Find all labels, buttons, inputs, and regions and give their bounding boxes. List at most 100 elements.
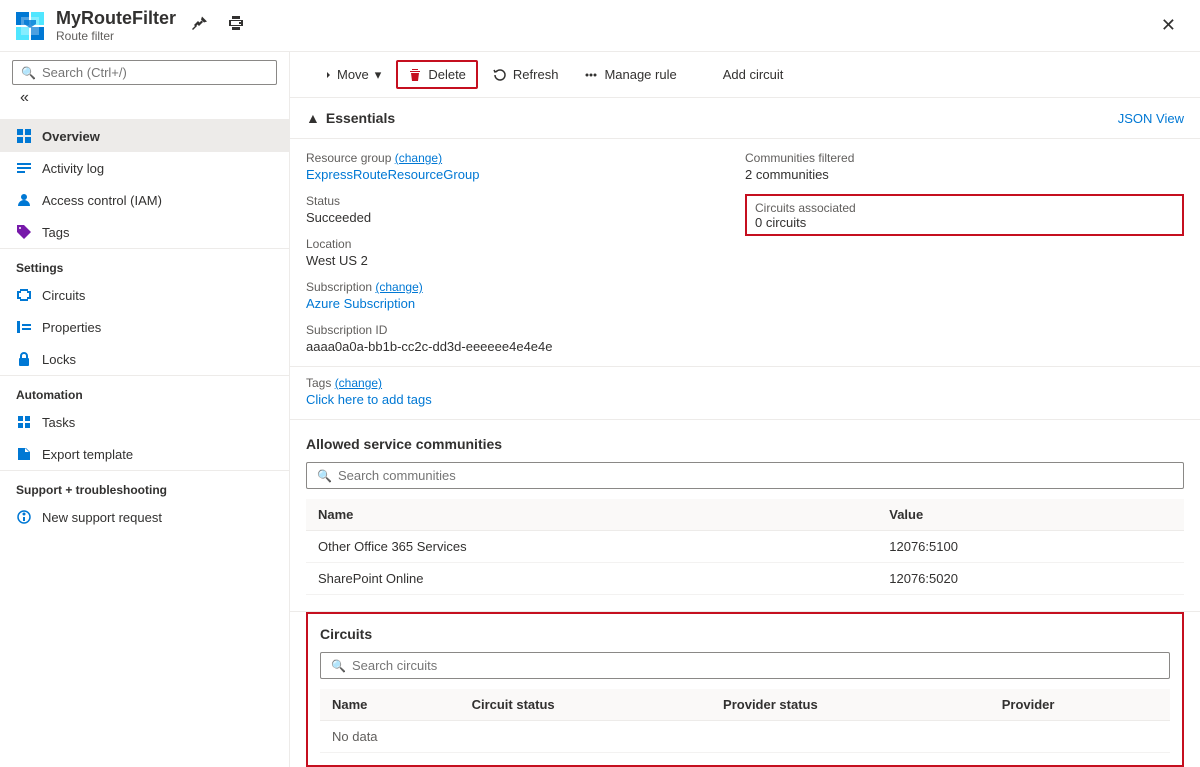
communities-col-value: Value [877, 499, 1184, 531]
move-chevron-icon: ▾ [375, 67, 382, 83]
location-label: Location [306, 237, 745, 251]
community-value-1: 12076:5100 [877, 531, 1184, 563]
resource-group-value[interactable]: ExpressRouteResourceGroup [306, 167, 745, 182]
tasks-icon [16, 414, 32, 430]
tags-icon [16, 224, 32, 240]
location-item: Location West US 2 [306, 237, 745, 268]
tags-change-link[interactable]: (change) [335, 376, 382, 390]
support-icon [16, 509, 32, 525]
circuits-associated-box: Circuits associated 0 circuits [745, 194, 1184, 236]
community-name-1: Other Office 365 Services [306, 531, 877, 563]
manage-rule-button[interactable]: Manage rule [573, 61, 687, 88]
sidebar-item-label: Locks [42, 352, 76, 367]
sidebar-collapse-button[interactable]: « [16, 85, 33, 111]
communities-search-bar[interactable]: 🔍 [306, 462, 1184, 489]
status-label: Status [306, 194, 745, 208]
settings-section-header: Settings [0, 248, 289, 279]
circuits-table: Name Circuit status Provider status Prov… [320, 689, 1170, 753]
toolbar: Move ▾ Delete Refresh Manage rule Add ci… [290, 52, 1200, 98]
communities-item: Communities filtered 2 communities [745, 151, 1184, 182]
sidebar-item-overview[interactable]: Overview [0, 120, 289, 152]
circuits-assoc-label: Circuits associated [755, 201, 856, 215]
title-bar: MyRouteFilter Route filter ✕ [0, 0, 1200, 52]
print-button[interactable] [224, 11, 248, 40]
communities-section: Allowed service communities 🔍 Name Value [290, 420, 1200, 612]
community-value-2: 12076:5020 [877, 563, 1184, 595]
essentials-header: ▲ Essentials JSON View [290, 98, 1200, 139]
circuits-search-bar[interactable]: 🔍 [320, 652, 1170, 679]
communities-col-name: Name [306, 499, 877, 531]
title-bar-left: MyRouteFilter Route filter [16, 8, 248, 43]
table-row: SharePoint Online 12076:5020 [306, 563, 1184, 595]
sidebar-item-label: Overview [42, 129, 100, 144]
community-name-2: SharePoint Online [306, 563, 877, 595]
refresh-button[interactable]: Refresh [482, 61, 570, 88]
tags-row: Tags (change) Click here to add tags [290, 367, 1200, 420]
resource-group-item: Resource group (change) ExpressRouteReso… [306, 151, 745, 182]
sidebar-item-label: Circuits [42, 288, 85, 303]
sidebar-item-label: Access control (IAM) [42, 193, 162, 208]
resource-group-change-link[interactable]: (change) [395, 151, 442, 165]
sidebar-item-access-control[interactable]: Access control (IAM) [0, 184, 289, 216]
sidebar-item-new-support[interactable]: New support request [0, 501, 289, 533]
essentials-title: ▲ Essentials [306, 110, 395, 126]
sidebar-item-export-template[interactable]: Export template [0, 438, 289, 470]
search-box[interactable]: 🔍 [12, 60, 277, 85]
sidebar-item-circuits[interactable]: Circuits [0, 279, 289, 311]
sidebar-item-locks[interactable]: Locks [0, 343, 289, 375]
resource-group-label: Resource group (change) [306, 151, 745, 165]
delete-label: Delete [428, 67, 466, 82]
sidebar-item-tags[interactable]: Tags [0, 216, 289, 248]
move-label: Move [337, 67, 369, 82]
locks-icon [16, 351, 32, 367]
move-button[interactable]: Move ▾ [306, 61, 392, 89]
subscription-change-link[interactable]: (change) [375, 280, 422, 294]
search-input[interactable] [42, 65, 268, 80]
add-circuit-label: Add circuit [723, 67, 784, 82]
essentials-left-col: Resource group (change) ExpressRouteReso… [306, 151, 745, 354]
circuits-col-provider: Provider [990, 689, 1170, 721]
tags-label: Tags (change) [306, 376, 382, 390]
refresh-label: Refresh [513, 67, 559, 82]
table-row: No data [320, 721, 1170, 753]
json-view-link[interactable]: JSON View [1118, 111, 1184, 126]
essentials-right-col: Communities filtered 2 communities Circu… [745, 151, 1184, 354]
collapse-icon: ▲ [306, 110, 320, 126]
subscription-id-value: aaaa0a0a-bb1b-cc2c-dd3d-eeeeee4e4e4e [306, 339, 745, 354]
sidebar-item-label: New support request [42, 510, 162, 525]
essentials-grid: Resource group (change) ExpressRouteReso… [290, 139, 1200, 367]
sidebar: 🔍 « Overview Activity log Access control… [0, 52, 290, 767]
communities-label: Communities filtered [745, 151, 1184, 165]
subscription-id-item: Subscription ID aaaa0a0a-bb1b-cc2c-dd3d-… [306, 323, 745, 354]
overview-icon [16, 128, 32, 144]
search-icon: 🔍 [21, 66, 36, 80]
properties-icon [16, 319, 32, 335]
delete-button[interactable]: Delete [396, 60, 478, 89]
sidebar-item-tasks[interactable]: Tasks [0, 406, 289, 438]
circuits-col-provider-status: Provider status [711, 689, 990, 721]
resource-name: MyRouteFilter [56, 8, 176, 29]
activity-log-icon [16, 160, 32, 176]
manage-rule-label: Manage rule [604, 67, 676, 82]
search-icon: 🔍 [317, 469, 332, 483]
close-button[interactable]: ✕ [1153, 11, 1184, 40]
tags-add-link[interactable]: Click here to add tags [306, 392, 432, 407]
automation-section-header: Automation [0, 375, 289, 406]
location-value: West US 2 [306, 253, 745, 268]
subscription-value[interactable]: Azure Subscription [306, 296, 745, 311]
circuits-icon [16, 287, 32, 303]
sidebar-item-label: Tasks [42, 415, 75, 430]
communities-search-input[interactable] [338, 468, 1173, 483]
pin-button[interactable] [188, 11, 212, 40]
circuits-search-input[interactable] [352, 658, 1159, 673]
sidebar-item-label: Activity log [42, 161, 104, 176]
add-circuit-button[interactable]: Add circuit [692, 61, 795, 88]
title-text: MyRouteFilter Route filter [56, 8, 176, 43]
sidebar-item-activity-log[interactable]: Activity log [0, 152, 289, 184]
sidebar-item-properties[interactable]: Properties [0, 311, 289, 343]
circuits-col-name: Name [320, 689, 460, 721]
circuits-col-circuit-status: Circuit status [460, 689, 711, 721]
support-section-header: Support + troubleshooting [0, 470, 289, 501]
sidebar-search-container: 🔍 « [0, 52, 289, 120]
status-item: Status Succeeded [306, 194, 745, 225]
